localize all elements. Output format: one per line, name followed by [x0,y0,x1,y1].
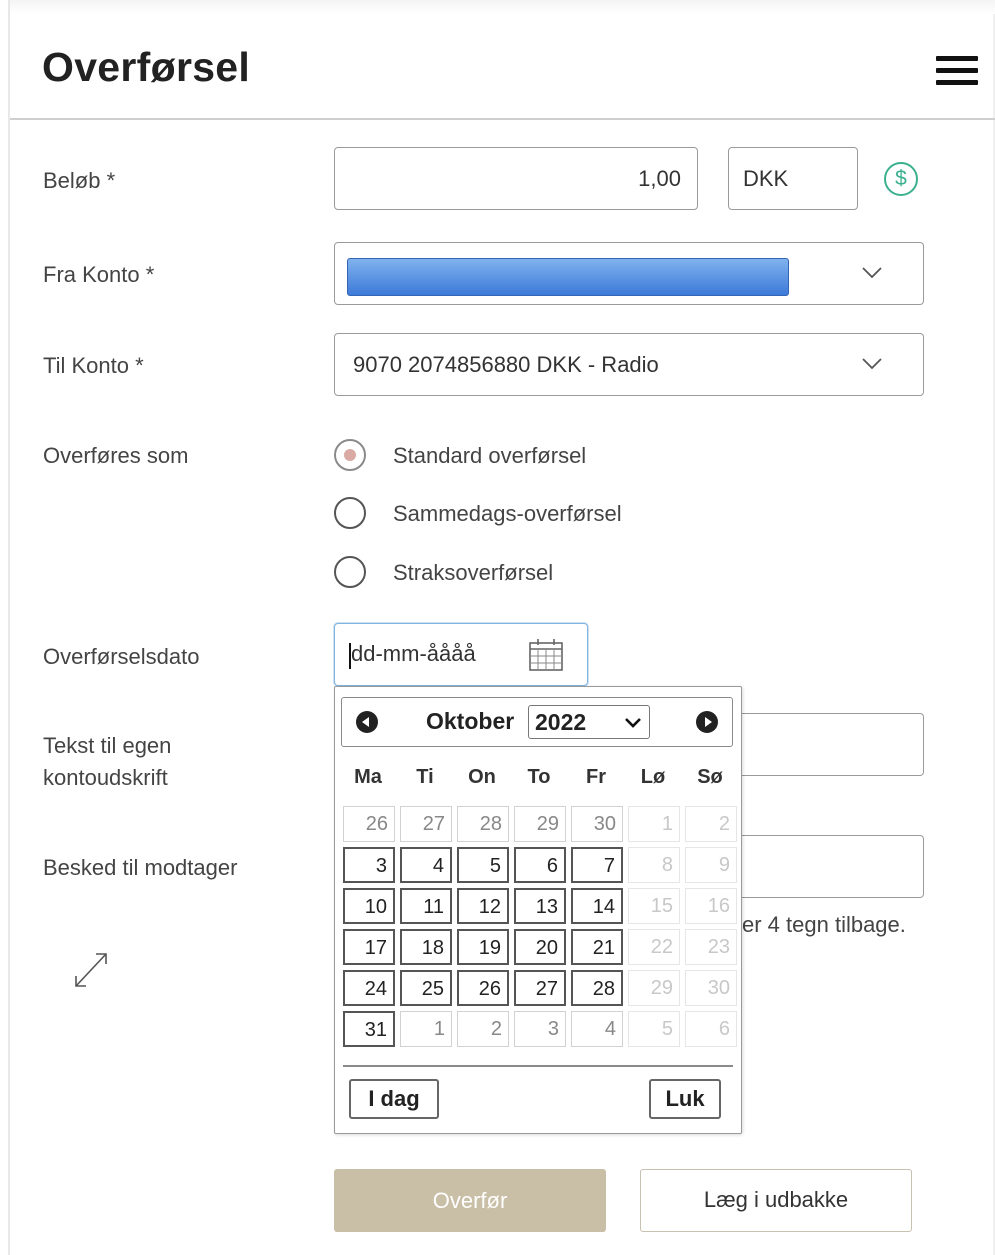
calendar-day[interactable]: 17 [343,929,395,965]
weekday-header: Fr [586,766,606,788]
weekday-header: Sø [697,766,723,788]
chevron-down-icon [625,718,641,728]
radio-same-day-label[interactable]: Sammedags-overførsel [393,501,622,527]
chevron-down-icon [862,358,882,370]
calendar-day[interactable]: 2 [457,1011,509,1047]
amount-input[interactable]: 1,00 [334,147,698,210]
calendar-day[interactable]: 22 [628,929,680,965]
calendar-day[interactable]: 26 [343,806,395,842]
amount-label: Beløb * [43,168,116,193]
previous-month-icon[interactable] [356,711,378,733]
calendar-day[interactable]: 7 [571,847,623,883]
calendar-day[interactable]: 15 [628,888,680,924]
radio-standard[interactable] [334,439,366,471]
weekday-header: Lø [640,766,666,788]
calendar-day[interactable]: 20 [514,929,566,965]
year-select[interactable]: 2022 [528,705,650,739]
date-label: Overførselsdato [43,644,200,669]
calendar-month: Oktober [426,708,515,734]
calendar-day[interactable]: 19 [457,929,509,965]
date-picker-popup: Oktober 2022 I dag Luk Ma Ti On To Fr Lø Sø 26 2… [334,686,742,1134]
currency-input[interactable]: DKK [728,147,858,210]
from-account-select[interactable] [334,242,924,305]
today-button[interactable]: I dag [349,1079,439,1119]
transfer-button[interactable]: Overfør [334,1169,606,1232]
calendar-day[interactable]: 2 [685,806,737,842]
calendar-day[interactable]: 5 [457,847,509,883]
calendar-day[interactable]: 27 [514,970,566,1006]
expand-icon[interactable] [70,946,112,994]
radio-same-day[interactable] [334,497,366,529]
weekday-header: Ti [416,766,434,788]
page-title: Overførsel [42,44,251,90]
calendar-day[interactable]: 18 [400,929,452,965]
radio-instant[interactable] [334,556,366,588]
calendar-day[interactable]: 1 [400,1011,452,1047]
calendar-day[interactable]: 3 [343,847,395,883]
calendar-day[interactable]: 3 [514,1011,566,1047]
redacted-account [347,258,789,296]
to-account-label: Til Konto * [43,353,144,378]
calendar-day[interactable]: 28 [571,970,623,1006]
calendar-day[interactable]: 8 [628,847,680,883]
calendar-day[interactable]: 12 [457,888,509,924]
year-value: 2022 [535,709,587,735]
date-placeholder: dd-mm-åååå [351,641,476,666]
calendar-day[interactable]: 29 [514,806,566,842]
page-border [8,0,10,1255]
calendar-day[interactable]: 21 [571,929,623,965]
next-month-icon[interactable] [696,711,718,733]
calendar-icon[interactable] [528,638,564,672]
calendar-day[interactable]: 23 [685,929,737,965]
calendar-day[interactable]: 6 [685,1011,737,1047]
chevron-down-icon [862,267,882,279]
to-account-select[interactable]: 9070 2074856880 DKK - Radio [334,333,924,396]
calendar-day[interactable]: 30 [571,806,623,842]
calendar-day[interactable]: 31 [343,1011,395,1047]
calendar-day[interactable]: 1 [628,806,680,842]
from-account-label: Fra Konto * [43,262,155,287]
message-input[interactable] [730,835,924,898]
calendar-day[interactable]: 29 [628,970,680,1006]
calendar-day[interactable]: 27 [400,806,452,842]
transfer-type-label: Overføres som [43,443,189,468]
hamburger-menu-icon[interactable] [936,56,978,86]
to-account-value: 9070 2074856880 DKK - Radio [353,352,659,377]
calendar-day[interactable]: 11 [400,888,452,924]
calendar-day[interactable]: 4 [400,847,452,883]
calendar-day[interactable]: 5 [628,1011,680,1047]
top-shade [10,0,995,14]
calendar-divider [343,1065,733,1067]
calendar-day[interactable]: 13 [514,888,566,924]
calendar-day[interactable]: 28 [457,806,509,842]
calendar-day[interactable]: 9 [685,847,737,883]
calendar-day[interactable]: 14 [571,888,623,924]
message-label: Besked til modtager [43,855,238,880]
add-to-outbox-button[interactable]: Læg i udbakke [640,1169,912,1232]
radio-standard-label[interactable]: Standard overførsel [393,443,586,469]
calendar-header: Oktober 2022 [341,697,733,747]
date-input[interactable]: dd-mm-åååå [334,623,588,686]
calendar-day[interactable]: 10 [343,888,395,924]
calendar-day[interactable]: 16 [685,888,737,924]
own-text-input[interactable] [730,713,924,776]
calendar-day[interactable]: 4 [571,1011,623,1047]
close-calendar-button[interactable]: Luk [649,1079,721,1119]
dollar-circle-icon[interactable]: $ [884,162,918,196]
header-divider [10,118,995,120]
weekday-header: On [468,766,496,788]
own-text-label-line2: kontoudskrift [43,765,168,790]
calendar-day[interactable]: 24 [343,970,395,1006]
calendar-day[interactable]: 30 [685,970,737,1006]
message-char-counter: er 4 tegn tilbage. [742,912,906,937]
calendar-day[interactable]: 25 [400,970,452,1006]
radio-instant-label[interactable]: Straksoverførsel [393,560,553,586]
calendar-day[interactable]: 26 [457,970,509,1006]
weekday-header: Ma [354,766,382,788]
calendar-day[interactable]: 6 [514,847,566,883]
own-text-label-line1: Tekst til egen [43,733,172,758]
weekday-header: To [527,766,551,788]
